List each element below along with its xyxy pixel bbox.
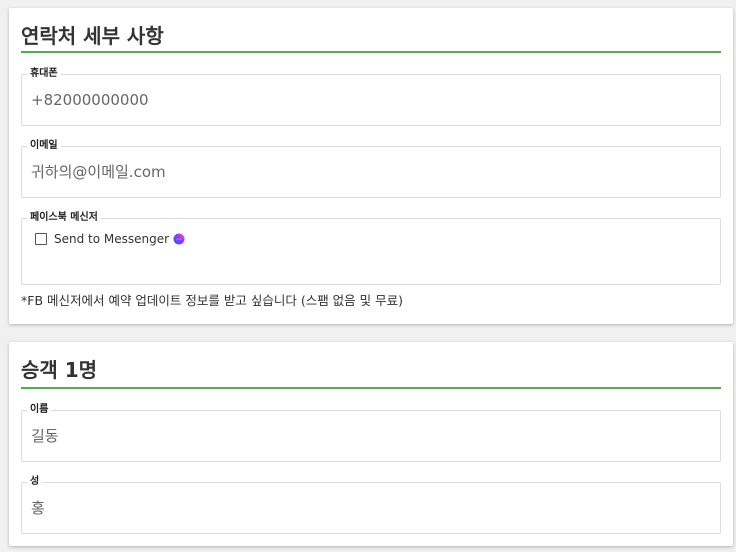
- messenger-checkbox[interactable]: [35, 233, 47, 245]
- last-name-field: 성: [21, 476, 721, 534]
- send-to-messenger-label[interactable]: Send to Messenger: [54, 232, 169, 246]
- phone-input[interactable]: [31, 75, 711, 125]
- first-name-field: 이름: [21, 404, 721, 462]
- section-divider: [21, 51, 721, 53]
- email-field: 이메일: [21, 140, 721, 198]
- passenger-card: 승객 1명 이름 성: [9, 342, 733, 546]
- email-input[interactable]: [31, 147, 711, 197]
- first-name-input[interactable]: [31, 411, 711, 461]
- messenger-label: 페이스북 메신저: [27, 212, 101, 224]
- send-to-messenger-option[interactable]: Send to Messenger: [35, 232, 185, 246]
- messenger-field: 페이스북 메신저 Send to Messenger: [21, 212, 721, 285]
- contact-details-card: 연락처 세부 사항 휴대폰 이메일 페이스북 메신저 Send to Messe…: [9, 8, 733, 324]
- phone-field: 휴대폰: [21, 68, 721, 126]
- last-name-input[interactable]: [31, 483, 711, 533]
- contact-section-title: 연락처 세부 사항: [21, 24, 164, 48]
- section-divider: [21, 387, 721, 389]
- messenger-consent-note: *FB 메신저에서 예약 업데이트 정보를 받고 싶습니다 (스팸 없음 및 무…: [21, 293, 404, 308]
- passenger-section-title: 승객 1명: [21, 358, 98, 382]
- messenger-icon: [173, 233, 185, 245]
